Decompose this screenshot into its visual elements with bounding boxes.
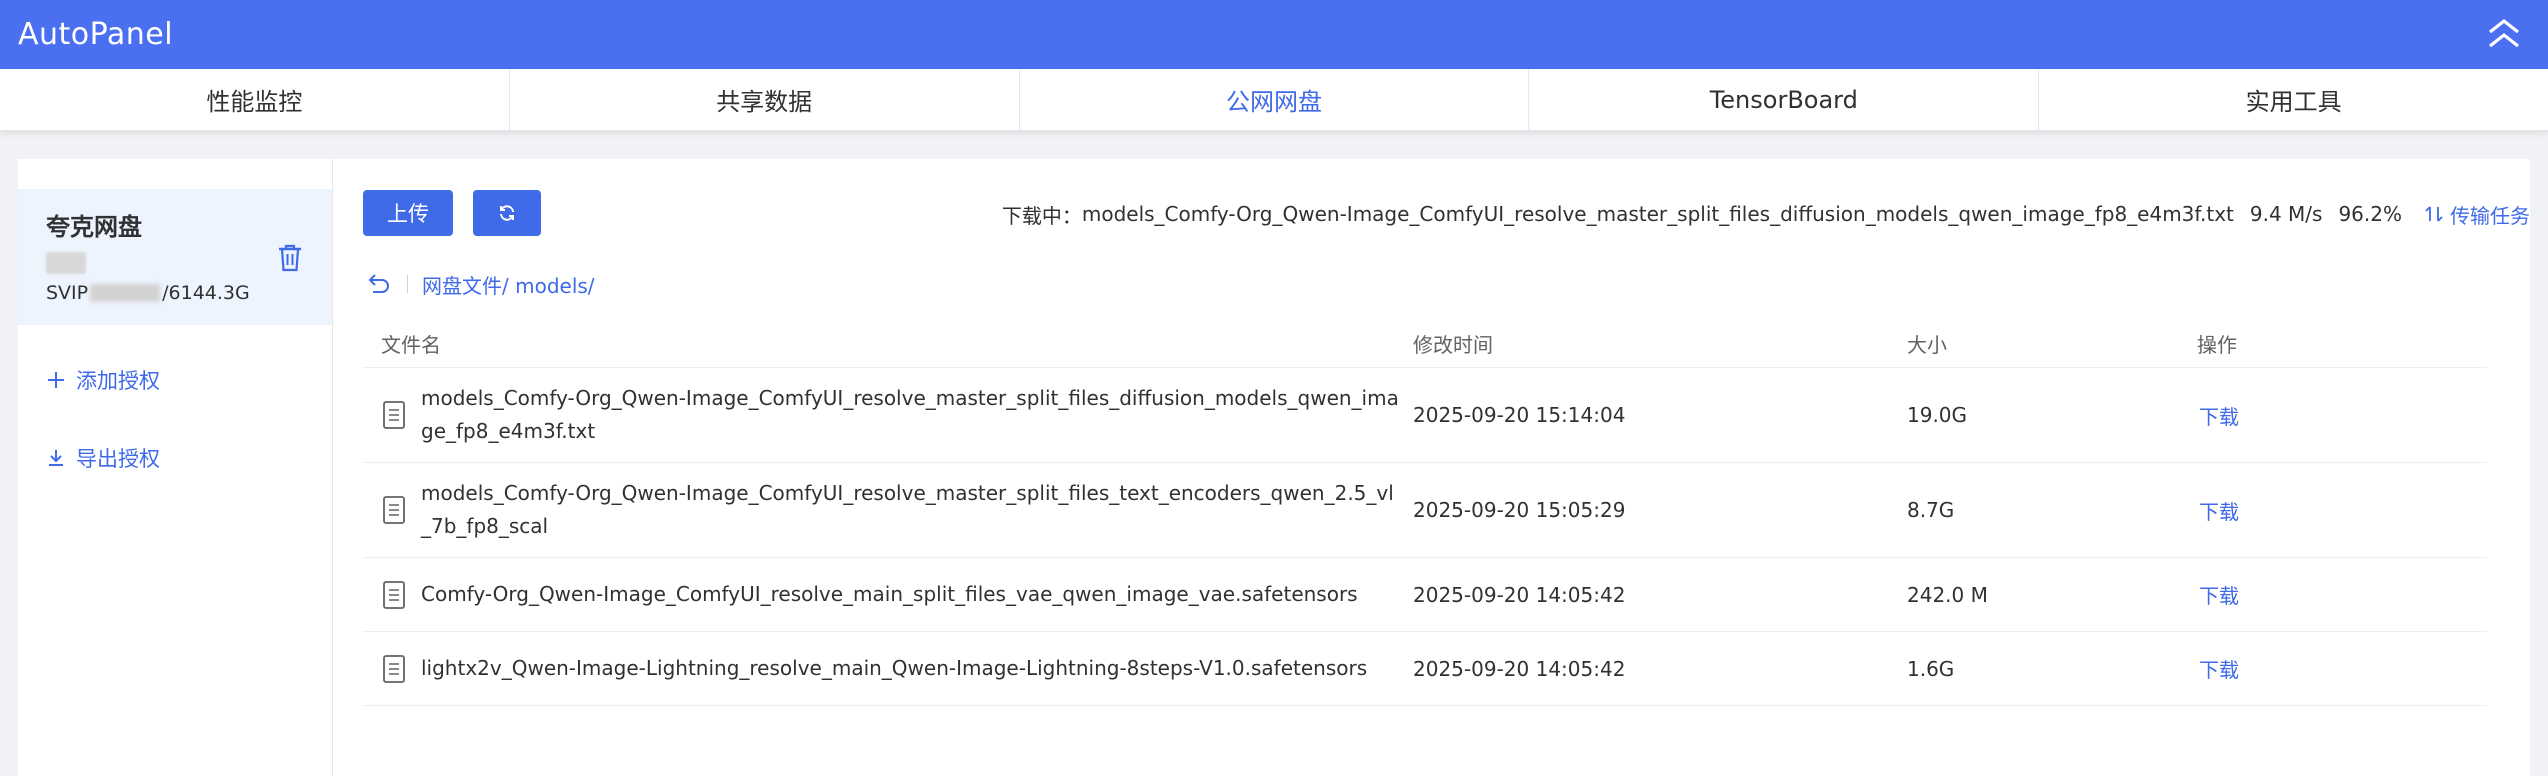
- export-auth-link[interactable]: 导出授权: [18, 438, 332, 478]
- file-size: 242.0 M: [1907, 582, 1988, 607]
- header-time: 修改时间: [1413, 332, 1493, 357]
- add-auth-link[interactable]: 添加授权: [18, 360, 332, 400]
- transfer-icon: [2425, 206, 2443, 222]
- download-status: 下载中： models_Comfy-Org_Qwen-Image_ComfyUI…: [1002, 199, 2530, 229]
- breadcrumb: 网盘文件/ models/: [365, 269, 595, 299]
- account-card[interactable]: 夸克网盘 SVIP /6144.3G: [18, 189, 332, 325]
- quota-prefix: SVIP: [46, 282, 89, 304]
- file-time: 2025-09-20 15:14:04: [1413, 403, 1626, 427]
- download-link[interactable]: 下载: [2199, 584, 2239, 608]
- quota-total: /6144.3G: [162, 282, 250, 304]
- download-status-label: 下载中：: [1001, 203, 1082, 228]
- download-speed: 9.4 M/s: [2249, 202, 2323, 226]
- file-time: 2025-09-20 14:05:42: [1413, 582, 1626, 607]
- main-tabs: 性能监控 共享数据 公网网盘 TensorBoard 实用工具: [0, 69, 2548, 131]
- file-size: 19.0G: [1907, 403, 1968, 427]
- breadcrumb-divider: [407, 275, 408, 293]
- header-size: 大小: [1907, 332, 1947, 357]
- document-icon: [383, 654, 405, 683]
- transfer-tasks-label: 传输任务: [2450, 203, 2530, 228]
- download-link[interactable]: 下载: [2199, 405, 2239, 429]
- download-link[interactable]: 下载: [2199, 658, 2239, 682]
- app-title: AutoPanel: [18, 17, 174, 52]
- file-area: 上传 下载中： models_Comfy-Org_Qwen-Image_Comf…: [333, 159, 2530, 776]
- document-icon: [383, 496, 405, 524]
- collapse-button[interactable]: [2482, 12, 2526, 56]
- file-time: 2025-09-20 14:05:42: [1413, 656, 1626, 681]
- table-header: 文件名 修改时间 大小 操作: [363, 319, 2487, 368]
- upload-button[interactable]: 上传: [363, 190, 453, 236]
- tab-public-netdisk[interactable]: 公网网盘: [1020, 69, 1530, 130]
- account-sidebar: 夸克网盘 SVIP /6144.3G 添加授权 导出授权: [18, 159, 333, 776]
- file-size: 8.7G: [1907, 498, 1955, 522]
- tab-tensorboard[interactable]: TensorBoard: [1529, 69, 2040, 130]
- refresh-button[interactable]: [473, 190, 541, 236]
- double-chevron-up-icon: [2489, 18, 2519, 48]
- file-name: models_Comfy-Org_Qwen-Image_ComfyUI_reso…: [421, 481, 1394, 538]
- file-size: 1.6G: [1907, 656, 1955, 681]
- account-avatar-redacted: [46, 252, 86, 274]
- file-table: 文件名 修改时间 大小 操作 models_Comfy-Org_Qwen-Ima…: [363, 319, 2487, 706]
- account-quota: SVIP /6144.3G: [46, 282, 304, 304]
- netdisk-panel: 夸克网盘 SVIP /6144.3G 添加授权 导出授权 上传 下载中： mod…: [18, 159, 2530, 776]
- add-auth-label: 添加授权: [76, 369, 160, 393]
- download-icon: [49, 450, 63, 466]
- download-link[interactable]: 下载: [2199, 500, 2239, 524]
- top-bar: AutoPanel: [0, 0, 2548, 69]
- back-icon[interactable]: [365, 271, 391, 297]
- download-file-name: models_Comfy-Org_Qwen-Image_ComfyUI_reso…: [1081, 202, 2234, 226]
- file-time: 2025-09-20 15:05:29: [1413, 498, 1626, 522]
- refresh-icon: [500, 205, 514, 221]
- header-name: 文件名: [381, 332, 441, 357]
- trash-icon[interactable]: [276, 243, 304, 273]
- download-percent: 96.2%: [2338, 202, 2402, 226]
- tab-performance[interactable]: 性能监控: [0, 69, 510, 130]
- transfer-tasks-link[interactable]: 传输任务: [2424, 200, 2530, 229]
- plus-icon: [48, 372, 64, 388]
- document-icon: [383, 401, 405, 429]
- table-row: models_Comfy-Org_Qwen-Image_ComfyUI_reso…: [363, 463, 2487, 558]
- account-name: 夸克网盘: [46, 213, 142, 241]
- header-op: 操作: [2197, 332, 2237, 357]
- tab-shared-data[interactable]: 共享数据: [510, 69, 1020, 130]
- file-name: models_Comfy-Org_Qwen-Image_ComfyUI_reso…: [421, 386, 1399, 443]
- file-name: lightx2v_Qwen-Image-Lightning_resolve_ma…: [421, 656, 1368, 680]
- tab-tools[interactable]: 实用工具: [2039, 69, 2548, 130]
- document-icon: [383, 580, 405, 609]
- quota-redacted: [90, 284, 161, 302]
- file-name: Comfy-Org_Qwen-Image_ComfyUI_resolve_mai…: [421, 582, 1358, 606]
- table-row: lightx2v_Qwen-Image-Lightning_resolve_ma…: [363, 632, 2487, 706]
- table-row: models_Comfy-Org_Qwen-Image_ComfyUI_reso…: [363, 368, 2487, 463]
- table-row: Comfy-Org_Qwen-Image_ComfyUI_resolve_mai…: [363, 558, 2487, 632]
- breadcrumb-path[interactable]: 网盘文件/ models/: [422, 270, 595, 299]
- export-auth-label: 导出授权: [76, 447, 160, 471]
